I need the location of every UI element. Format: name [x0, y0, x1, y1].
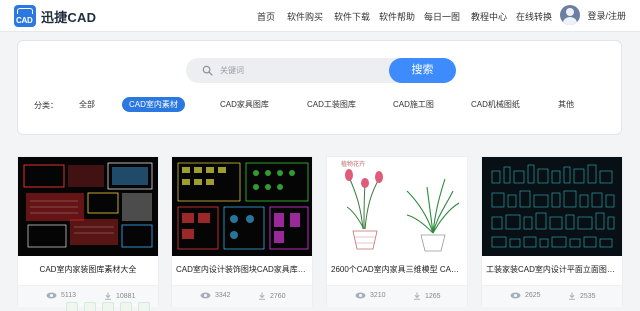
category-construction[interactable]: CAD施工图 [393, 97, 434, 112]
logo-name: 迅捷CAD [41, 9, 97, 25]
eye-icon [510, 292, 521, 299]
downloads-count: 1265 [413, 292, 441, 300]
user-area: 登录/注册 [560, 5, 626, 25]
search-button[interactable]: 搜索 [389, 58, 456, 83]
nav-home[interactable]: 首页 [257, 10, 275, 23]
card-thumbnail[interactable]: 植物花卉 [327, 157, 467, 256]
toolbar-button[interactable] [102, 302, 114, 311]
views-count: 2625 [510, 292, 541, 299]
card-thumbnail[interactable] [18, 157, 158, 256]
search-input[interactable] [220, 62, 370, 79]
toolbar-button[interactable] [66, 302, 78, 311]
category-interior-active[interactable]: CAD室内素材 [122, 97, 185, 112]
downloads-count: 2535 [568, 292, 596, 300]
eye-icon [355, 292, 366, 299]
card-title[interactable]: CAD室内家装图库素材大全 [18, 264, 158, 275]
download-icon [569, 292, 575, 300]
site-logo[interactable]: CAD 迅捷CAD [14, 5, 96, 27]
card-stats: 3342 2760 [172, 285, 312, 307]
card-title[interactable]: 2600个CAD室内家具三维模型 CAD室内... [327, 264, 467, 275]
resource-card[interactable]: 工装家装CAD室内设计平面立面图块素材 2625 2535 [481, 156, 623, 307]
card-stats: 2625 2535 [482, 285, 622, 307]
eye-icon [200, 292, 211, 299]
card-title[interactable]: CAD室内设计装饰图块CAD家具库图块 [172, 264, 312, 275]
category-mechanical[interactable]: CAD机械图纸 [471, 97, 520, 112]
category-all[interactable]: 全部 [79, 97, 95, 112]
eye-icon [46, 292, 57, 299]
card-thumbnail[interactable] [482, 157, 622, 256]
category-other[interactable]: 其他 [558, 97, 574, 112]
resource-card[interactable]: CAD室内家装图库素材大全 5113 10881 [17, 156, 159, 307]
toolbar-button[interactable] [84, 302, 96, 311]
avatar-icon[interactable] [560, 5, 581, 25]
downloads-count: 2760 [258, 292, 286, 300]
downloads-count: 10881 [104, 292, 135, 300]
resource-card[interactable]: CAD室内设计装饰图块CAD家具库图块 3342 2760 [171, 156, 313, 307]
nav-help[interactable]: 软件帮助 [379, 10, 415, 23]
nav-buy[interactable]: 软件购买 [287, 10, 323, 23]
nav-download[interactable]: 软件下载 [334, 10, 370, 23]
resource-card[interactable]: 植物花卉 2600个CAD室内家具三维模型 CAD室内... 3210 1265 [326, 156, 468, 307]
views-count: 3342 [200, 292, 231, 299]
category-commercial[interactable]: CAD工装图库 [307, 97, 356, 112]
nav-daily-image[interactable]: 每日一图 [424, 10, 460, 23]
views-count: 5113 [46, 292, 76, 299]
category-label: 分类： [34, 101, 58, 110]
svg-text:植物花卉: 植物花卉 [341, 160, 365, 168]
category-furniture[interactable]: CAD家具图库 [220, 97, 269, 112]
floating-toolbar [66, 302, 156, 311]
download-icon [105, 292, 111, 300]
download-icon [414, 292, 420, 300]
nav-online-convert[interactable]: 在线转换 [516, 10, 552, 23]
card-thumbnail[interactable] [172, 157, 312, 256]
views-count: 3210 [355, 292, 386, 299]
toolbar-button[interactable] [138, 302, 150, 311]
nav-tutorials[interactable]: 教程中心 [471, 10, 507, 23]
download-icon [259, 292, 265, 300]
top-header: CAD 迅捷CAD 首页 软件购买 软件下载 软件帮助 每日一图 教程中心 在线… [0, 0, 640, 32]
search-panel: 搜索 分类： 全部 CAD室内素材 CAD家具图库 CAD工装图库 CAD施工图… [17, 40, 622, 135]
toolbar-button[interactable] [120, 302, 132, 311]
card-stats: 3210 1265 [327, 285, 467, 307]
search-icon [202, 65, 213, 76]
card-title[interactable]: 工装家装CAD室内设计平面立面图块素材 [482, 264, 622, 275]
logo-icon: CAD [14, 5, 36, 27]
login-register-link[interactable]: 登录/注册 [587, 9, 626, 22]
